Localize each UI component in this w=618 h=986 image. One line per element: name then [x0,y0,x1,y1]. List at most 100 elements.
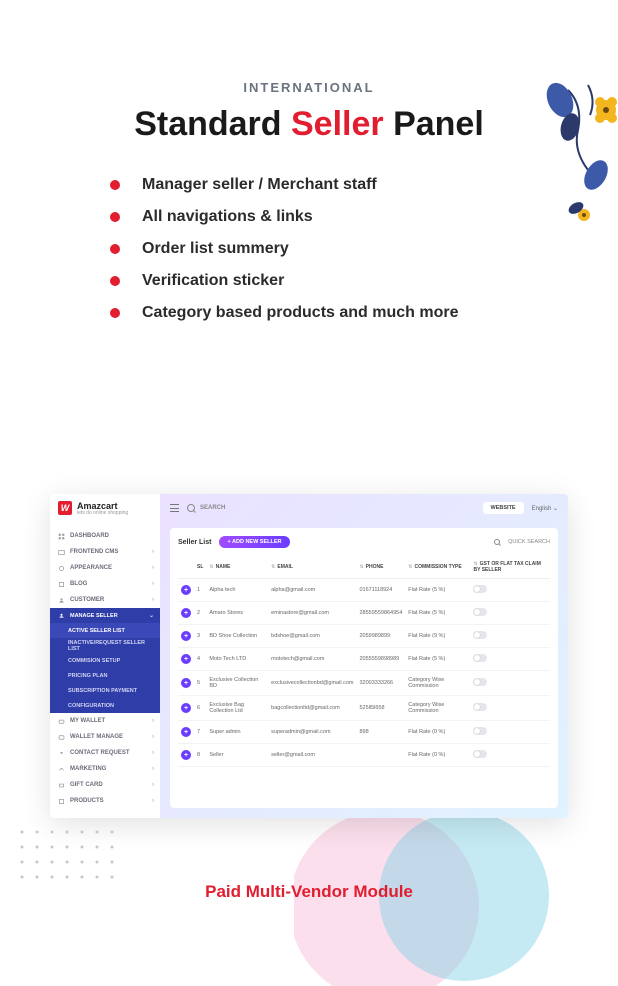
nav-label: PRICING PLAN [68,673,107,679]
appearance-icon [58,565,65,572]
brand-sub: lets do online shopping [77,510,128,516]
search-icon [494,539,500,545]
cell-name: Amaro Stores [206,602,268,625]
gst-toggle[interactable] [473,654,487,662]
cell-phone: 01671118924 [356,579,405,602]
bullet-dot-icon [110,212,120,222]
nav-marketing[interactable]: MARKETING› [50,761,160,777]
search-icon[interactable] [187,504,195,512]
col-phone[interactable]: ⇅PHONE [356,556,405,579]
nav-blog[interactable]: BLOG› [50,576,160,592]
nav-my-wallet[interactable]: MY WALLET› [50,713,160,729]
chevron-right-icon: › [152,782,154,788]
cell-email: exclusivecollectionbd@gmail.com [268,671,356,696]
marketing-icon [58,766,65,773]
cell-commission: Category Wise Commission [405,671,470,696]
nav-wallet-manage[interactable]: WALLET MANAGE› [50,729,160,745]
quick-search[interactable]: QUICK SEARCH [494,539,550,545]
gst-toggle[interactable] [473,631,487,639]
nav-active-seller-list[interactable]: ACTIVE SELLER LIST [50,623,160,638]
cell-sl: 6 [194,696,206,721]
cell-phone: 525ll5l658 [356,696,405,721]
lang-label: English [532,506,552,512]
cell-name: Moto Tech LTD [206,648,268,671]
col-gst[interactable]: ⇅GST OR FLAT TAX CLAIM BY SELLER [470,556,550,579]
feature-item: Category based products and much more [110,304,618,322]
nav-customer[interactable]: CUSTOMER› [50,592,160,608]
nav-products[interactable]: PRODUCTS› [50,793,160,809]
seller-icon [58,612,65,619]
sort-icon: ⇅ [271,564,275,570]
cell-sl: 1 [194,579,206,602]
language-select[interactable]: English ⌄ [532,505,558,512]
bullet-dot-icon [110,276,120,286]
gst-toggle[interactable] [473,727,487,735]
cell-commission: Flat Rate (5 %) [405,579,470,602]
website-button[interactable]: WEBSITE [483,502,524,514]
hamburger-icon[interactable] [170,504,179,512]
cell-email: eminastore@gmail.com [268,602,356,625]
expand-button[interactable]: + [181,703,191,713]
nav-dashboard[interactable]: DASHBOARD [50,528,160,544]
main-area: SEARCH WEBSITE English ⌄ Seller List + A… [160,494,568,818]
nav-label: ACTIVE SELLER LIST [68,628,125,634]
cell-phone: 32003333266 [356,671,405,696]
expand-button[interactable]: + [181,585,191,595]
brand[interactable]: W Amazcart lets do online shopping [50,494,160,522]
nav-commission-setup[interactable]: COMMISION SETUP [50,653,160,668]
col-name[interactable]: ⇅NAME [206,556,268,579]
expand-button[interactable]: + [181,727,191,737]
expand-button[interactable]: + [181,631,191,641]
expand-button[interactable]: + [181,750,191,760]
headline-post: Panel [384,105,484,143]
nav-pricing-plan[interactable]: PRICING PLAN [50,668,160,683]
nav-label: COMMISION SETUP [68,658,120,664]
chevron-right-icon: › [152,565,154,571]
nav: DASHBOARD FRONTEND CMS› APPEARANCE› BLOG… [50,528,160,809]
contact-icon [58,750,65,757]
wallet-manage-icon [58,734,65,741]
nav-appearance[interactable]: APPEARANCE› [50,560,160,576]
col-email[interactable]: ⇅EMAIL [268,556,356,579]
table-row: +7Super adminsuperadmin@gmail.com898Flat… [178,721,550,744]
cell-name: Super admin [206,721,268,744]
sort-icon: ⇅ [408,564,412,570]
cell-email: bagcollectionltd@gmail.com [268,696,356,721]
expand-button[interactable]: + [181,678,191,688]
nav-inactive-seller-list[interactable]: INACTIVE/REQUEST SELLER LIST [50,638,160,653]
cell-email: superadmin@gmail.com [268,721,356,744]
cell-sl: 4 [194,648,206,671]
col-commission[interactable]: ⇅COMMISSION TYPE [405,556,470,579]
cell-name: Alpha tech [206,579,268,602]
cell-commission: Flat Rate (5 %) [405,648,470,671]
gst-toggle[interactable] [473,678,487,686]
gst-toggle[interactable] [473,585,487,593]
nav-subscription-payment[interactable]: SUBSCRIPTION PAYMENT [50,683,160,698]
sidebar: W Amazcart lets do online shopping DASHB… [50,494,160,818]
cell-phone: 898 [356,721,405,744]
nav-gift-card[interactable]: GIFT CARD› [50,777,160,793]
gst-toggle[interactable] [473,750,487,758]
nav-manage-seller[interactable]: MANAGE SELLER ⌄ [50,608,160,623]
cell-phone: 2059989899 [356,625,405,648]
chevron-right-icon: › [152,750,154,756]
expand-button[interactable]: + [181,608,191,618]
nav-configuration[interactable]: CONFIGURATION [50,698,160,713]
quick-search-label: QUICK SEARCH [508,539,550,545]
feature-text: Verification sticker [142,272,284,290]
nav-label: MANAGE SELLER [70,613,118,619]
chevron-down-icon: ⌄ [149,612,154,619]
add-seller-button[interactable]: + ADD NEW SELLER [219,536,289,548]
col-sl[interactable]: SL [194,556,206,579]
gst-toggle[interactable] [473,608,487,616]
search-input[interactable]: SEARCH [200,505,225,511]
products-icon [58,798,65,805]
table-row: +3BD Shoe Collectionbdshoe@gmail.com2059… [178,625,550,648]
list-title: Seller List [178,539,211,546]
cell-phone [356,744,405,767]
nav-frontend-cms[interactable]: FRONTEND CMS› [50,544,160,560]
nav-contact-request[interactable]: CONTACT REQUEST› [50,745,160,761]
cell-name: BD Shoe Collection [206,625,268,648]
gst-toggle[interactable] [473,703,487,711]
expand-button[interactable]: + [181,654,191,664]
